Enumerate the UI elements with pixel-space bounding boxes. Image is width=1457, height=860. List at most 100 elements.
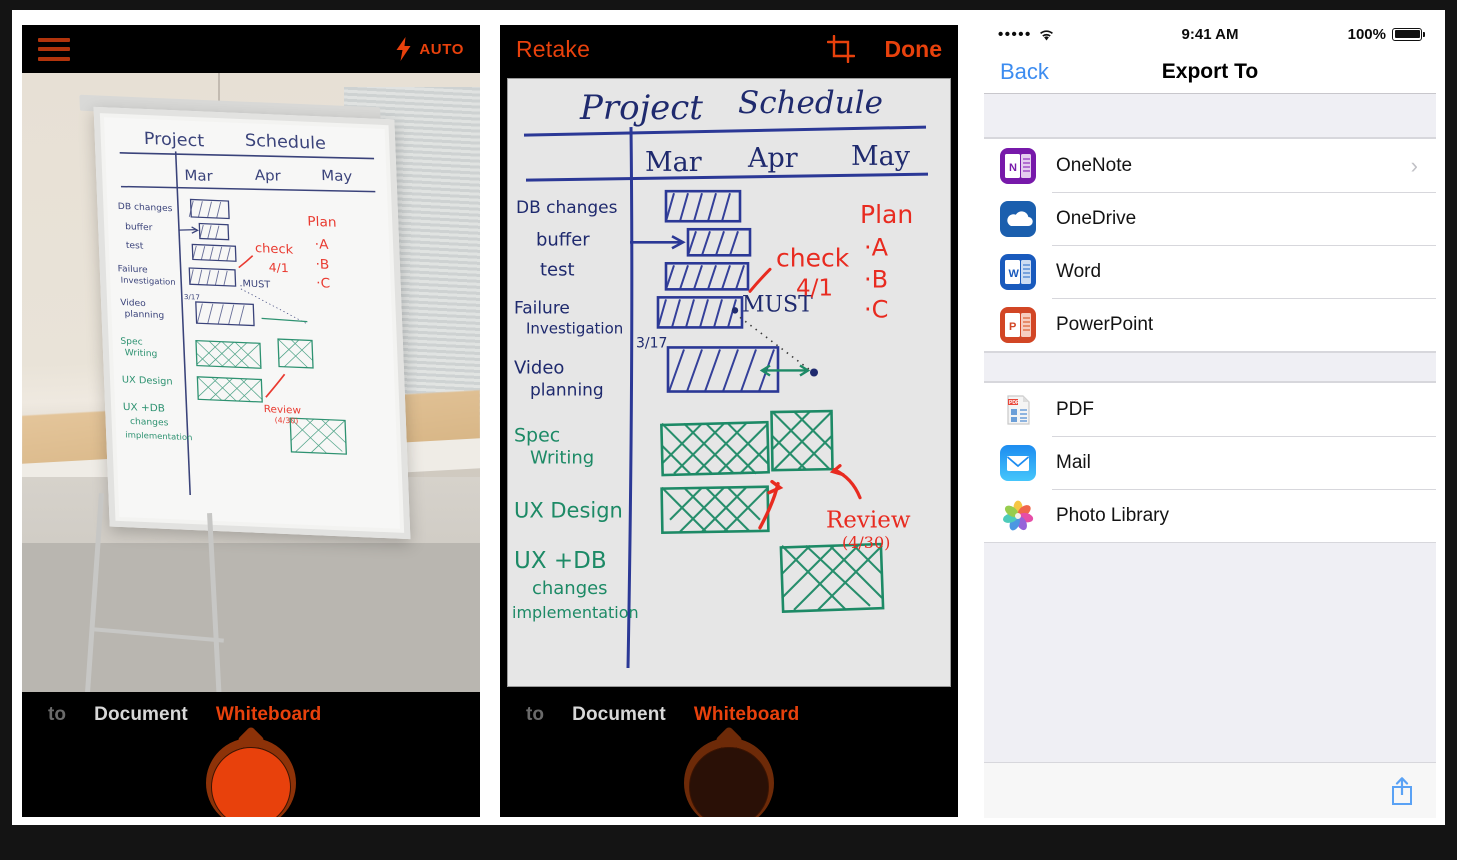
navigation-bar: Back Export To (984, 50, 1436, 94)
camera-viewfinder[interactable]: Project Schedule Mar Apr May DB changes … (22, 73, 480, 692)
svg-text:UX +DB: UX +DB (514, 548, 607, 574)
svg-text:Writing: Writing (530, 448, 594, 469)
chevron-right-icon: › (1410, 152, 1418, 178)
page-title: Export To (1161, 59, 1259, 83)
shutter-button-disabled (674, 725, 784, 817)
svg-text:changes: changes (130, 417, 169, 428)
svg-text:Investigation: Investigation (526, 319, 623, 337)
status-time: 9:41 AM (1181, 25, 1239, 43)
export-row-word[interactable]: W Word (984, 245, 1436, 298)
export-row-onenote[interactable]: N OneNote › (984, 139, 1436, 192)
svg-text:Schedule: Schedule (738, 85, 883, 121)
svg-text:Investigation: Investigation (120, 275, 175, 287)
export-label: OneNote (1056, 154, 1133, 176)
camera-topbar: AUTO (22, 25, 480, 73)
svg-text:Apr: Apr (747, 143, 798, 174)
svg-text:3/17: 3/17 (636, 335, 667, 351)
export-row-pdf[interactable]: PDF PDF (984, 383, 1436, 436)
onedrive-icon (1000, 200, 1036, 237)
status-right: 100% (1347, 25, 1425, 43)
svg-text:.MUST: .MUST (239, 278, 270, 290)
svg-text:check: check (776, 243, 850, 272)
svg-text:buffer: buffer (125, 222, 153, 233)
signal-dots: ••••• (998, 25, 1032, 43)
camera-live-panel: AUTO Project Schedule Mar Apr May DB cha… (22, 25, 480, 817)
captured-image-preview[interactable]: Project Schedule Mar Apr May DB changes … (500, 73, 958, 692)
hamburger-menu-icon[interactable] (38, 37, 70, 61)
retake-button[interactable]: Retake (516, 36, 590, 63)
svg-text:UX Design: UX Design (122, 375, 173, 388)
svg-text:PDF: PDF (1009, 400, 1019, 406)
svg-text:·C: ·C (864, 295, 888, 323)
onenote-icon: N (1000, 147, 1036, 184)
svg-text:P: P (1009, 321, 1016, 333)
capture-mode-selector-review[interactable]: to Document Whiteboard (500, 692, 958, 732)
pdf-document-icon: PDF (1000, 391, 1036, 428)
mode-whiteboard[interactable]: Whiteboard (216, 704, 322, 726)
export-group-other: PDF PDF Mail Photo Library (984, 382, 1436, 543)
svg-text:4/1: 4/1 (268, 261, 288, 276)
svg-text:implementation: implementation (512, 603, 639, 622)
export-list[interactable]: N OneNote › OneDrive W Word P PowerPoint… (984, 94, 1436, 762)
svg-text:Mar: Mar (184, 167, 214, 185)
svg-text:UX Design: UX Design (514, 498, 623, 523)
svg-text:Apr: Apr (254, 167, 282, 185)
shutter-core[interactable] (211, 747, 291, 817)
svg-text:UX +DB: UX +DB (123, 402, 165, 415)
svg-text:test: test (126, 241, 144, 252)
svg-text:Plan: Plan (860, 200, 913, 229)
export-label: Word (1056, 260, 1102, 282)
svg-text:DB changes: DB changes (118, 202, 173, 214)
mode-whiteboard-review[interactable]: Whiteboard (694, 704, 800, 726)
mode-photo-review[interactable]: to (526, 704, 544, 726)
svg-text:Mar: Mar (645, 147, 702, 178)
camera-bottom-controls: to Document Whiteboard (22, 692, 480, 817)
svg-text:May: May (321, 167, 353, 185)
export-label: Mail (1056, 451, 1091, 473)
list-bottom-fill (984, 543, 1436, 762)
mode-document-review[interactable]: Document (572, 704, 666, 726)
svg-text:May: May (851, 141, 911, 172)
export-row-photo-library[interactable]: Photo Library (984, 489, 1436, 542)
screenshot-stage: AUTO Project Schedule Mar Apr May DB cha… (12, 10, 1445, 825)
whiteboard-cropped-image: Project Schedule Mar Apr May DB changes … (508, 79, 950, 686)
office-scene-photo: Project Schedule Mar Apr May DB changes … (22, 73, 480, 692)
mode-document[interactable]: Document (94, 704, 188, 726)
wifi-icon (1039, 29, 1053, 40)
shutter-button[interactable] (196, 725, 306, 817)
svg-text:Plan: Plan (307, 215, 337, 231)
whiteboard-sketch-blurred: Project Schedule Mar Apr May DB changes … (117, 129, 376, 496)
export-row-onedrive[interactable]: OneDrive (984, 192, 1436, 245)
svg-text:·B: ·B (315, 258, 329, 273)
mode-photo[interactable]: to (48, 704, 66, 726)
list-group-spacer (984, 352, 1436, 382)
capture-mode-selector[interactable]: to Document Whiteboard (22, 692, 480, 732)
status-left: ••••• (998, 26, 1055, 43)
back-button[interactable]: Back (1000, 59, 1049, 85)
camera-review-panel: Retake Done Project Schedule Mar Apr May… (500, 25, 958, 817)
battery-percent: 100% (1347, 25, 1386, 43)
ios-status-bar: ••••• 9:41 AM 100% (984, 18, 1436, 50)
share-export-icon[interactable] (1390, 776, 1414, 806)
svg-text:test: test (540, 259, 575, 280)
svg-text:N: N (1009, 162, 1017, 174)
svg-text:4/1: 4/1 (796, 275, 833, 301)
export-row-mail[interactable]: Mail (984, 436, 1436, 489)
svg-text:planning: planning (124, 310, 164, 321)
svg-text:Video: Video (120, 298, 146, 309)
done-button[interactable]: Done (885, 36, 943, 63)
export-label: PowerPoint (1056, 313, 1154, 335)
flash-auto-button[interactable]: AUTO (395, 37, 464, 61)
svg-text:Video: Video (514, 357, 564, 378)
svg-text:·A: ·A (315, 238, 330, 253)
svg-text:check: check (255, 241, 294, 257)
svg-text:Spec: Spec (120, 337, 143, 348)
svg-text:Failure: Failure (117, 264, 148, 275)
svg-text:Project: Project (579, 88, 703, 128)
bottom-toolbar (984, 762, 1436, 818)
svg-text:Review: Review (264, 404, 302, 416)
svg-text:Project: Project (144, 129, 205, 151)
export-row-powerpoint[interactable]: P PowerPoint (984, 298, 1436, 351)
whiteboard-in-photo: Project Schedule Mar Apr May DB changes … (93, 106, 411, 540)
crop-icon[interactable] (826, 35, 855, 63)
